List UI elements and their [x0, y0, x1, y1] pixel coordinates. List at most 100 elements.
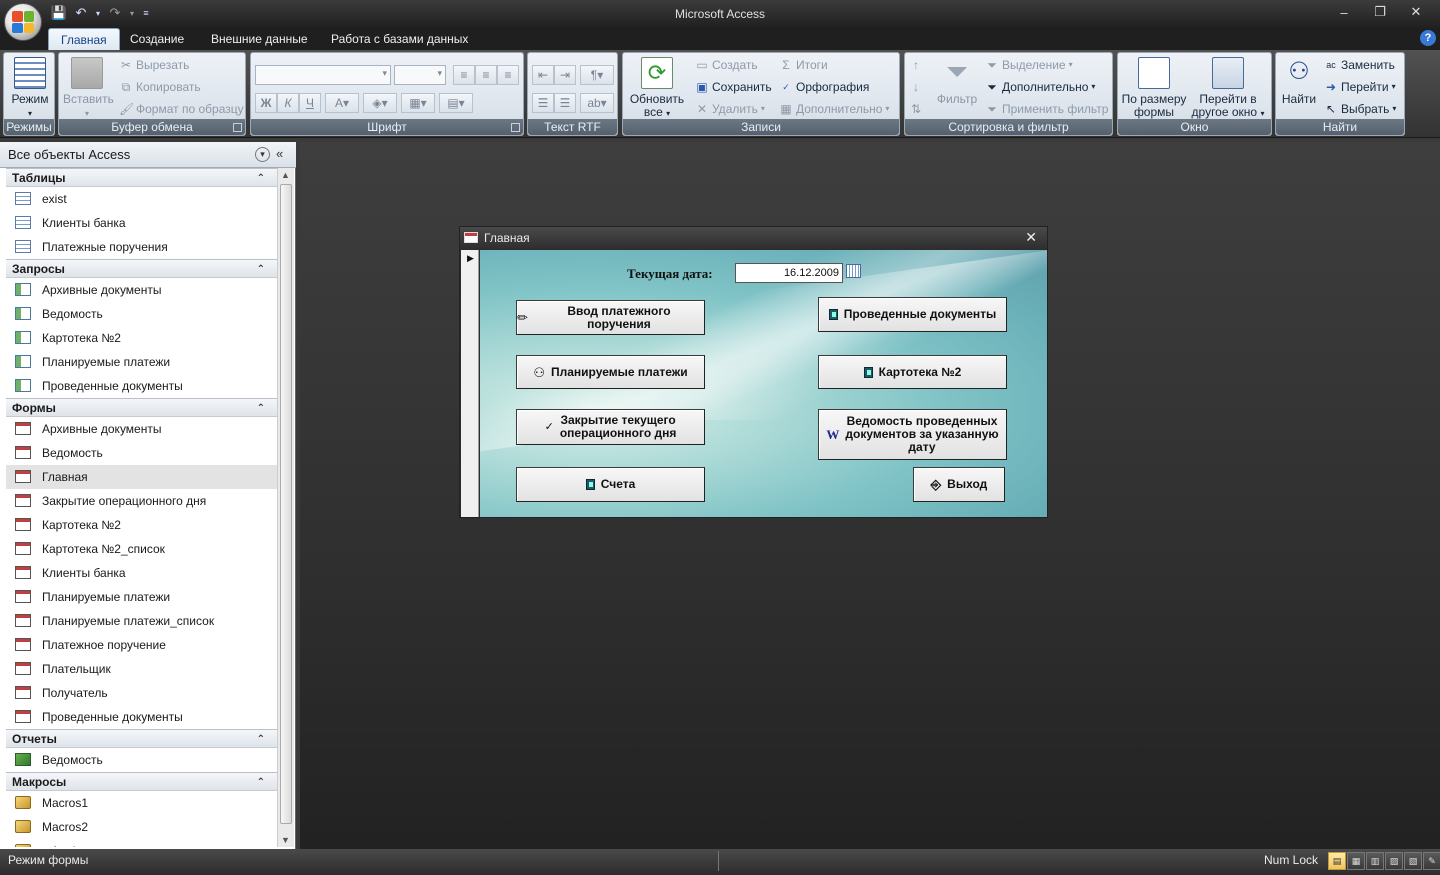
pivot-chart-view-icon[interactable]: ▨	[1385, 852, 1403, 870]
nav-category-header[interactable]: Макросы ⌃	[6, 772, 277, 791]
nav-item-macro[interactable]: refresh	[6, 839, 277, 847]
nav-item-form[interactable]: Картотека №2	[6, 513, 277, 537]
enter-payment-order-button[interactable]: ✏ Ввод платежного поручения	[516, 300, 705, 335]
exit-button[interactable]: ⎆ Выход	[913, 467, 1005, 502]
pivot-table-view-icon[interactable]: ▥	[1366, 852, 1384, 870]
select-button[interactable]: ↖ Выбрать ▾	[1324, 100, 1396, 118]
fill-color-icon[interactable]: ◈▾	[363, 93, 397, 113]
nav-item-form[interactable]: Картотека №2_список	[6, 537, 277, 561]
switch-window-button[interactable]: Перейти в другое окно ▾	[1188, 57, 1268, 120]
nav-item-form[interactable]: Плательщик	[6, 657, 277, 681]
nav-item-query[interactable]: Планируемые платежи	[6, 350, 277, 374]
office-button[interactable]	[4, 3, 42, 41]
alternate-fill-icon[interactable]: ▤▾	[439, 93, 473, 113]
accounts-button[interactable]: Счета	[516, 467, 705, 502]
fit-form-button[interactable]: По размеру формы	[1120, 57, 1188, 119]
nav-item-report[interactable]: Ведомость	[6, 748, 277, 772]
goto-button[interactable]: ➜ Перейти ▾	[1324, 78, 1396, 96]
refresh-all-button[interactable]: ⟳ Обновить все ▾	[625, 57, 689, 120]
tab-create[interactable]: Создание	[118, 28, 196, 50]
sort-descending-icon[interactable]: ↓	[909, 78, 923, 96]
font-name-combo[interactable]	[255, 65, 391, 85]
filter-button[interactable]: ⏷ Фильтр	[933, 57, 981, 106]
increase-indent-icon[interactable]: ⇥	[554, 65, 576, 85]
selection-filter-button[interactable]: ⏷ Выделение ▾	[985, 56, 1072, 74]
collapse-chevron-icon[interactable]: ⌃	[257, 260, 265, 279]
restore-icon[interactable]: ❐	[1362, 3, 1398, 21]
align-center-icon[interactable]: ≡	[475, 65, 497, 85]
nav-item-form[interactable]: Платежное поручение	[6, 633, 277, 657]
view-mode-button[interactable]: Режим ▾	[8, 57, 52, 120]
nav-item-macro[interactable]: Macros2	[6, 815, 277, 839]
nav-pane-title[interactable]: Все объекты Access	[8, 147, 130, 162]
nav-item-form[interactable]: Получатель	[6, 681, 277, 705]
nav-item-macro[interactable]: Macros1	[6, 791, 277, 815]
clear-sort-icon[interactable]: ⇅	[909, 100, 923, 118]
nav-item-form[interactable]: Клиенты банка	[6, 561, 277, 585]
find-button[interactable]: ⚇ Найти	[1278, 57, 1320, 106]
paragraph-direction-icon[interactable]: ¶▾	[580, 65, 614, 85]
layout-view-icon[interactable]: ▧	[1404, 852, 1422, 870]
nav-item-table[interactable]: Платежные поручения	[6, 235, 277, 259]
tab-database-tools[interactable]: Работа с базами данных	[319, 28, 480, 50]
spelling-button[interactable]: ✓ Орфография	[779, 78, 869, 96]
nav-item-form[interactable]: Архивные документы	[6, 417, 277, 441]
nav-item-form[interactable]: Закрытие операционного дня	[6, 489, 277, 513]
decrease-indent-icon[interactable]: ⇤	[532, 65, 554, 85]
collapse-chevron-icon[interactable]: ⌃	[257, 399, 265, 418]
scroll-thumb[interactable]	[280, 184, 292, 824]
close-operating-day-button[interactable]: ✓ Закрытие текущего операционного дня	[516, 409, 705, 445]
shutter-bar-close-icon[interactable]: «	[276, 146, 283, 161]
underline-button[interactable]: Ч	[299, 93, 321, 113]
planned-payments-button[interactable]: ⚇ Планируемые платежи	[516, 355, 705, 389]
minimize-icon[interactable]: –	[1326, 3, 1362, 21]
nav-item-form[interactable]: Главная	[6, 465, 277, 489]
nav-item-form[interactable]: Проведенные документы	[6, 705, 277, 729]
nav-item-query[interactable]: Архивные документы	[6, 278, 277, 302]
design-view-icon[interactable]: ✎	[1423, 852, 1440, 870]
nav-item-form[interactable]: Ведомость	[6, 441, 277, 465]
bold-button[interactable]: Ж	[255, 93, 277, 113]
cut-button[interactable]: ✂ Вырезать	[119, 56, 189, 74]
form-close-icon[interactable]: ✕	[1025, 229, 1037, 246]
collapse-chevron-icon[interactable]: ⌃	[257, 773, 265, 792]
scroll-down-icon[interactable]: ▼	[281, 835, 290, 845]
nav-scrollbar[interactable]: ▲ ▼	[277, 168, 294, 847]
delete-record-button[interactable]: ✕ Удалить ▾	[695, 100, 765, 118]
nav-category-header[interactable]: Формы ⌃	[6, 398, 277, 417]
format-painter-button[interactable]: 🖌 Формат по образцу	[119, 100, 244, 118]
font-dialog-launcher-icon[interactable]	[511, 123, 520, 132]
advanced-filter-button[interactable]: ⏷ Дополнительно ▾	[985, 78, 1095, 96]
nav-item-form[interactable]: Планируемые платежи_список	[6, 609, 277, 633]
nav-category-header[interactable]: Запросы ⌃	[6, 259, 277, 278]
completed-documents-button[interactable]: Проведенные документы	[818, 297, 1007, 332]
new-record-button[interactable]: ▭ Создать	[695, 56, 757, 74]
form-view-icon[interactable]: ▤	[1328, 852, 1346, 870]
collapse-chevron-icon[interactable]: ⌃	[257, 169, 265, 188]
tab-external-data[interactable]: Внешние данные	[199, 28, 320, 50]
sort-ascending-icon[interactable]: ↑	[909, 56, 923, 74]
scroll-up-icon[interactable]: ▲	[281, 170, 290, 180]
copy-button[interactable]: ⧉ Копировать	[119, 78, 201, 96]
tab-home[interactable]: Главная	[48, 28, 120, 50]
bullets-icon[interactable]: ☰	[554, 93, 576, 113]
font-color-icon[interactable]: A▾	[325, 93, 359, 113]
nav-category-header[interactable]: Отчеты ⌃	[6, 729, 277, 748]
nav-item-table[interactable]: exist	[6, 187, 277, 211]
statement-by-date-button[interactable]: W Ведомость проведенных документов за ука…	[818, 409, 1007, 460]
collapse-chevron-icon[interactable]: ⌃	[257, 730, 265, 749]
save-record-button[interactable]: ▣ Сохранить	[695, 78, 771, 96]
gridlines-icon[interactable]: ▦▾	[401, 93, 435, 113]
replace-button[interactable]: ac Заменить	[1324, 56, 1395, 74]
nav-category-header[interactable]: Таблицы ⌃	[6, 168, 277, 187]
align-right-icon[interactable]: ≡	[497, 65, 519, 85]
nav-item-query[interactable]: Ведомость	[6, 302, 277, 326]
italic-button[interactable]: К	[277, 93, 299, 113]
font-size-combo[interactable]	[394, 65, 446, 85]
align-left-icon[interactable]: ≡	[453, 65, 475, 85]
nav-item-query[interactable]: Картотека №2	[6, 326, 277, 350]
clipboard-dialog-launcher-icon[interactable]	[233, 123, 242, 132]
help-icon[interactable]: ?	[1420, 30, 1436, 46]
datasheet-view-icon[interactable]: ▦	[1347, 852, 1365, 870]
close-icon[interactable]: ✕	[1398, 3, 1434, 21]
